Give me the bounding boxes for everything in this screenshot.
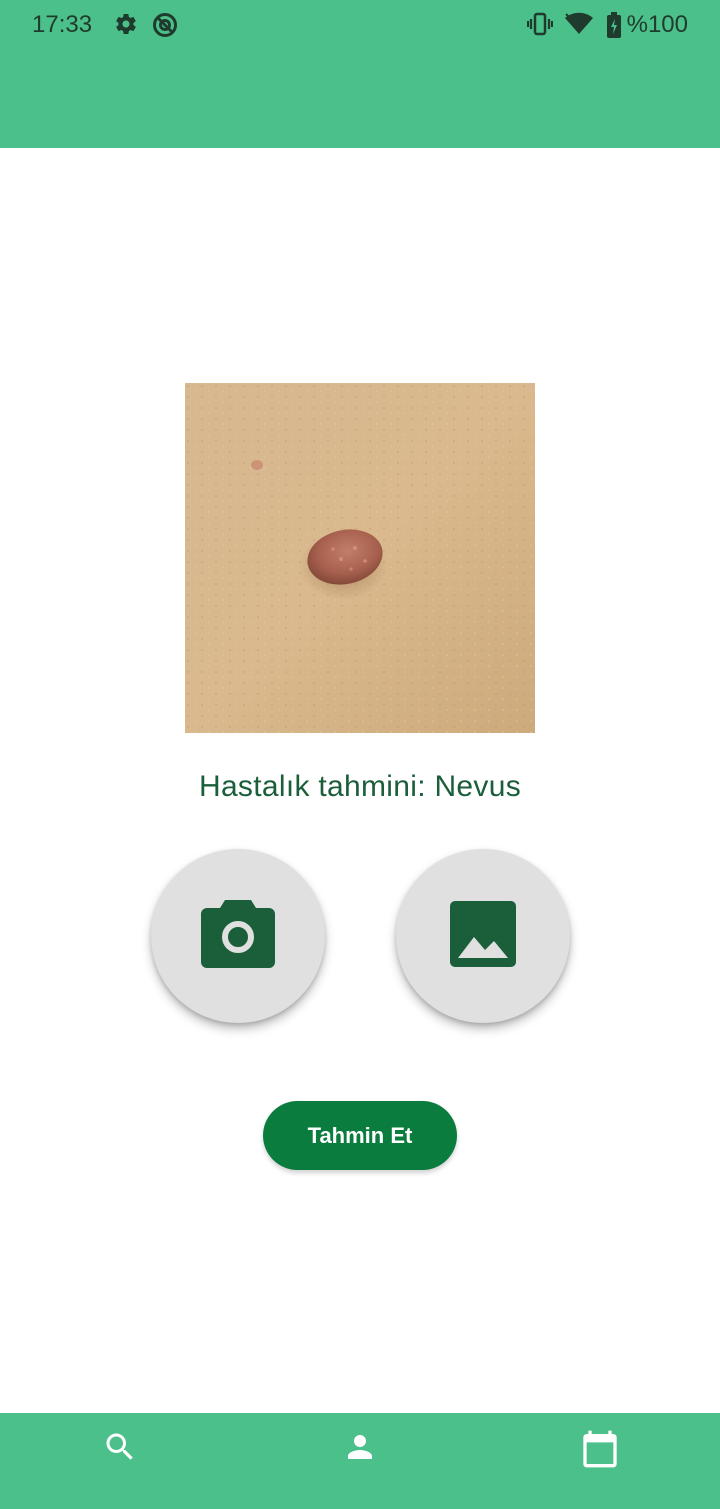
nav-item-search[interactable] bbox=[80, 1425, 160, 1495]
predict-button[interactable]: Tahmin Et bbox=[263, 1101, 457, 1170]
camera-button[interactable] bbox=[151, 849, 325, 1023]
bottom-navigation bbox=[0, 1413, 720, 1509]
skin-lesion-photo bbox=[185, 383, 535, 733]
status-bar: 17:33 %100 bbox=[0, 0, 720, 52]
image-icon bbox=[450, 900, 516, 972]
person-icon bbox=[342, 1425, 378, 1470]
wifi-icon bbox=[563, 12, 595, 41]
camera-icon bbox=[201, 899, 275, 973]
battery-charging-icon bbox=[606, 12, 622, 43]
search-icon bbox=[102, 1425, 138, 1470]
vibrate-icon bbox=[526, 12, 554, 41]
sync-icon bbox=[152, 12, 178, 43]
gallery-button[interactable] bbox=[396, 849, 570, 1023]
nav-item-calendar[interactable] bbox=[560, 1425, 640, 1495]
calendar-icon bbox=[580, 1425, 620, 1474]
battery-percent: %100 bbox=[626, 11, 688, 38]
nav-item-profile[interactable] bbox=[320, 1425, 400, 1495]
settings-icon bbox=[114, 12, 138, 41]
app-bar: 17:33 %100 bbox=[0, 0, 720, 148]
prediction-result: Hastalık tahmini: Nevus bbox=[198, 770, 522, 803]
status-time: 17:33 bbox=[32, 11, 93, 38]
